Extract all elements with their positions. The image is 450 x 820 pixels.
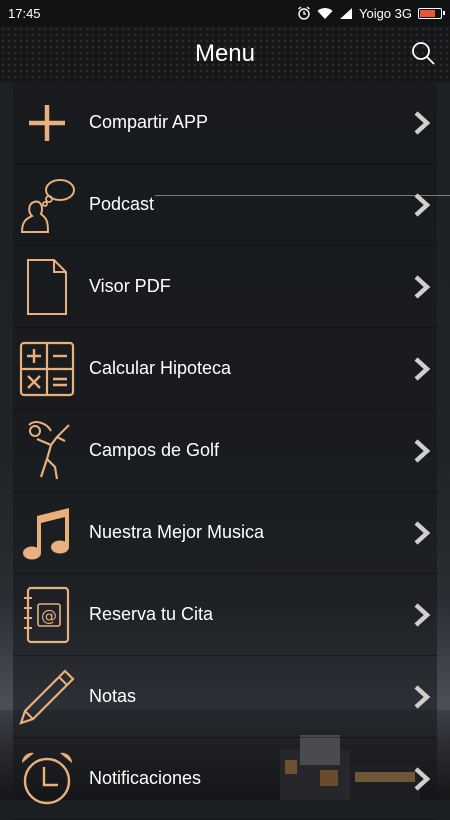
menu-item-label: Campos de Golf — [89, 440, 220, 460]
status-time: 17:45 — [8, 5, 41, 21]
plus-icon — [17, 93, 77, 153]
music-note-icon — [17, 503, 77, 563]
signal-icon — [339, 7, 352, 19]
status-bar: 17:45 Yoigo 3G — [0, 0, 450, 26]
chevron-right-icon — [414, 438, 431, 463]
menu-item-podcast[interactable]: Podcast — [13, 164, 437, 246]
chevron-right-icon — [414, 684, 431, 709]
menu-item-notas[interactable]: Notas — [13, 656, 437, 738]
app-header: Menu — [0, 26, 450, 82]
menu-list: Compartir APP Podcast Visor PDF Calcular… — [13, 82, 437, 820]
menu-item-label: Reserva tu Cita — [89, 604, 214, 624]
pencil-icon — [17, 667, 77, 727]
menu-item-visor-pdf[interactable]: Visor PDF — [13, 246, 437, 328]
menu-item-label: Nuestra Mejor Musica — [89, 522, 265, 542]
menu-item-label: Notificaciones — [89, 768, 202, 788]
menu-item-calcular-hipoteca[interactable]: Calcular Hipoteca — [13, 328, 437, 410]
menu-item-compartir-app[interactable]: Compartir APP — [13, 82, 437, 164]
menu-item-label: Compartir APP — [89, 112, 209, 132]
alarm-icon — [298, 6, 310, 20]
carrier-name: Yoigo 3G — [358, 5, 412, 21]
chevron-right-icon — [414, 356, 431, 381]
chevron-right-icon — [414, 602, 431, 627]
menu-item-reserva-tu-cita[interactable]: @ Reserva tu Cita — [13, 574, 437, 656]
menu-item-label: Notas — [89, 686, 137, 706]
menu-item-campos-de-golf[interactable]: Campos de Golf — [13, 410, 437, 492]
menu-item-nuestra-mejor-musica[interactable]: Nuestra Mejor Musica — [13, 492, 437, 574]
battery-icon — [418, 7, 445, 19]
page-title: Menu — [194, 40, 256, 67]
wifi-icon — [317, 7, 333, 19]
chevron-right-icon — [414, 766, 431, 791]
chevron-right-icon — [414, 110, 431, 135]
golfer-icon — [17, 420, 77, 481]
menu-item-notificaciones[interactable]: Notificaciones — [13, 738, 437, 820]
menu-item-label: Calcular Hipoteca — [89, 358, 232, 378]
svg-text:@: @ — [41, 606, 57, 625]
chevron-right-icon — [414, 520, 431, 545]
document-icon — [17, 257, 77, 317]
calculator-icon — [17, 339, 77, 399]
separator-line — [155, 195, 450, 196]
menu-item-label: Visor PDF — [89, 276, 171, 296]
chevron-right-icon — [414, 274, 431, 299]
speech-person-icon — [17, 175, 77, 235]
address-book-icon: @ — [17, 585, 77, 645]
search-icon[interactable] — [410, 40, 436, 66]
menu-item-label: Podcast — [89, 194, 155, 214]
